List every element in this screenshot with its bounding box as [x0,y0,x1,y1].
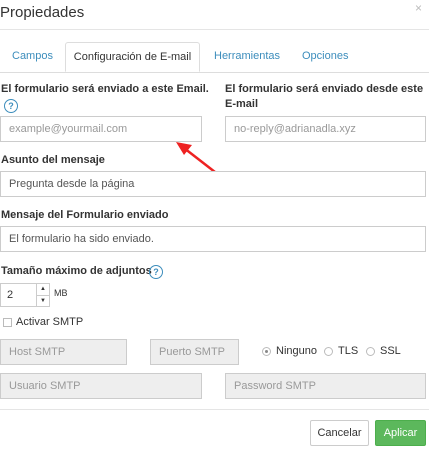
apply-button[interactable]: Aplicar [375,420,426,446]
radio-ssl-label: SSL [380,345,401,357]
close-icon[interactable]: × [415,1,422,15]
help-icon[interactable]: ? [4,99,18,113]
chevron-up-icon[interactable]: ▲ [37,284,49,296]
smtp-host-input[interactable]: Host SMTP [0,339,127,365]
header-divider [0,29,429,30]
sent-message-input[interactable]: El formulario ha sido enviado. [0,226,426,252]
smtp-port-input[interactable]: Puerto SMTP [150,339,239,365]
max-attachment-input[interactable]: 2 [0,283,37,307]
radio-tls[interactable] [324,347,333,356]
smtp-checkbox[interactable] [3,318,12,327]
tab-herramientas[interactable]: Herramientas [214,50,280,72]
from-email-label: El formulario será enviado desde este [225,83,424,95]
dialog-title: Propiedades [0,4,85,21]
radio-ninguno[interactable] [262,347,271,356]
radio-ninguno-label: Ninguno [276,345,317,357]
cancel-button[interactable]: Cancelar [310,420,369,446]
radio-ssl[interactable] [366,347,375,356]
from-email-label-2: E-mail [225,98,259,110]
smtp-checkbox-label: Activar SMTP [16,316,84,328]
help-icon[interactable]: ? [149,265,163,279]
from-email-input[interactable]: no-reply@adrianadla.xyz [225,116,426,142]
smtp-password-input[interactable]: Password SMTP [225,373,426,399]
to-email-label: El formulario será enviado a este Email. [1,83,209,95]
subject-label: Asunto del mensaje [1,154,105,166]
attachment-unit: MB [54,288,68,298]
smtp-user-input[interactable]: Usuario SMTP [0,373,202,399]
tab-email-config[interactable]: Configuración de E-mail [65,42,200,72]
tab-campos[interactable]: Campos [12,50,53,72]
footer-divider [0,409,429,410]
attachment-stepper: ▲ ▼ [36,283,50,307]
subject-input[interactable]: Pregunta desde la página [0,171,426,197]
sent-message-label: Mensaje del Formulario enviado [1,209,169,221]
tabs-baseline [0,72,429,73]
radio-tls-label: TLS [338,345,359,357]
max-attachment-label: Tamaño máximo de adjuntos [1,265,152,277]
tab-opciones[interactable]: Opciones [302,50,348,72]
chevron-down-icon[interactable]: ▼ [37,296,49,307]
